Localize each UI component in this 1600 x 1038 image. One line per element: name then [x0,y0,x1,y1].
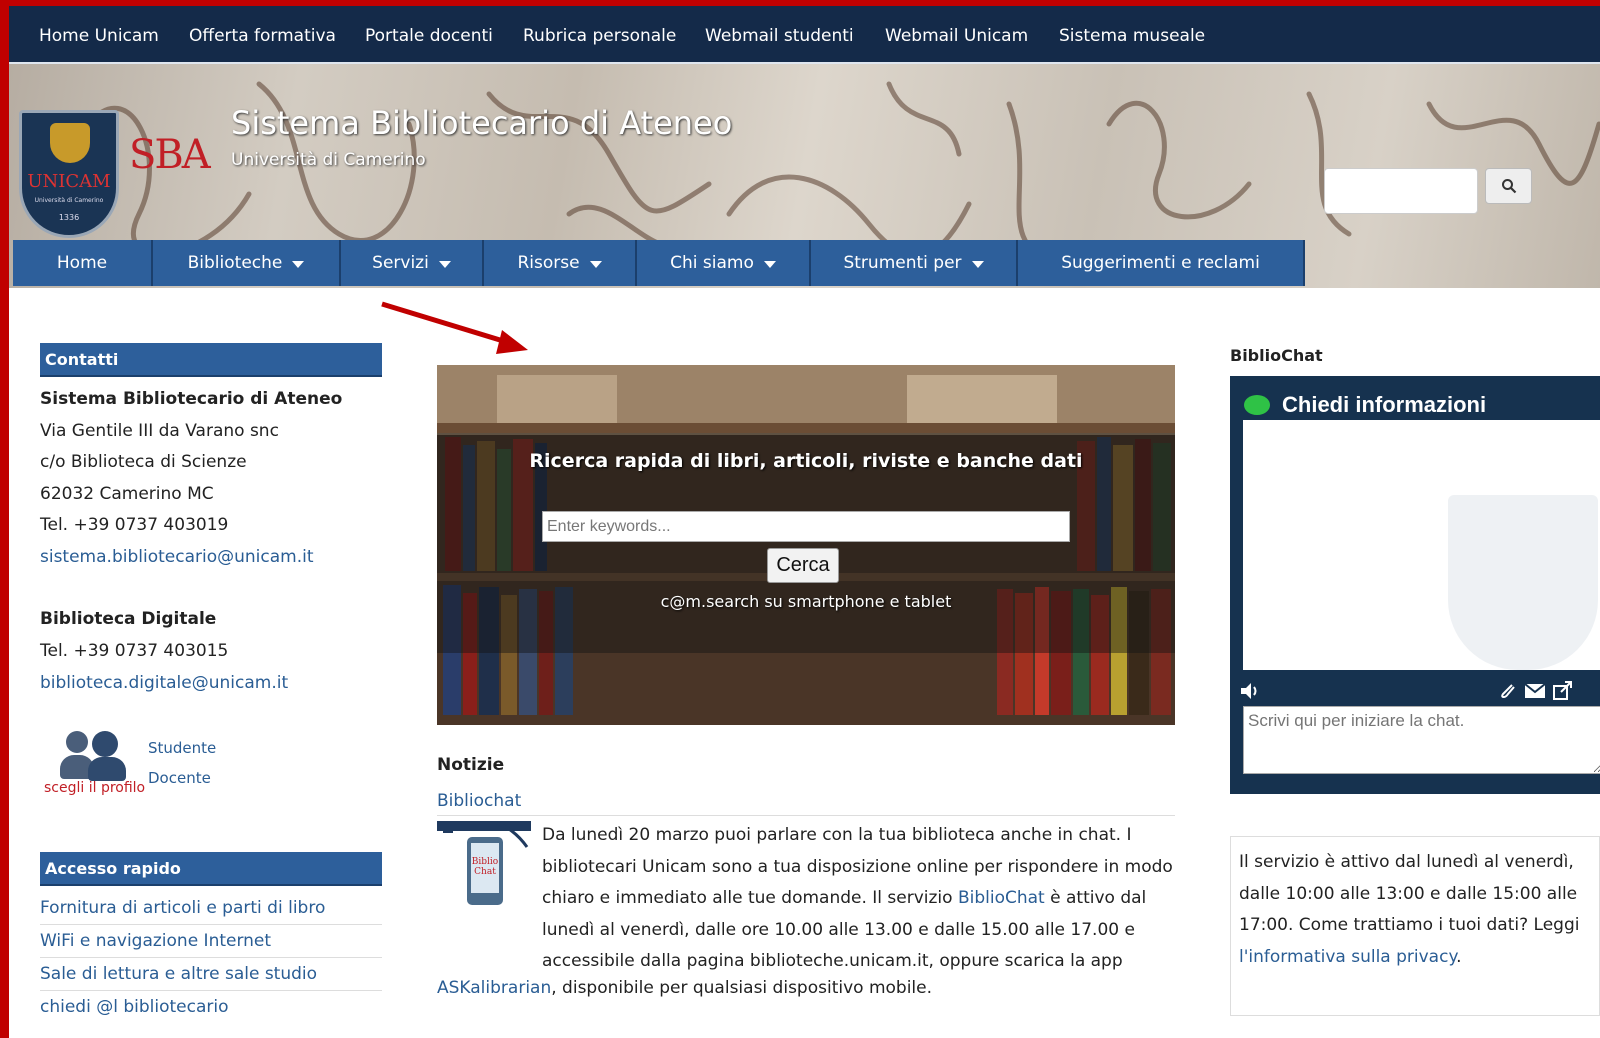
crest-subtext: Università di Camerino [34,197,104,204]
news-item-title-link[interactable]: Bibliochat [437,791,521,811]
quick-access-heading: Accesso rapido [40,852,382,886]
top-navigation-bar: Home Unicam Offerta formativa Portale do… [9,6,1600,64]
chat-message-area [1243,420,1600,670]
choose-profile-label: scegli il profilo [44,780,146,796]
bibliochat-poster-icon [437,817,531,947]
digital-library-title: Biblioteca Digitale [40,609,217,629]
contacts-email-link[interactable]: sistema.bibliotecario@unicam.it [40,547,314,567]
nav-item-risorse[interactable]: Risorse [484,240,637,286]
nav-item-home[interactable]: Home [13,240,153,286]
nav-label: Strumenti per [843,253,962,273]
external-window-icon[interactable] [1552,681,1574,701]
topbar-link-home-unicam[interactable]: Home Unicam [39,26,159,46]
news-item-tail: ASKalibrarian, disponibile per qualsiasi… [437,978,932,998]
crest-emblem-icon [50,123,90,163]
header-search-button[interactable] [1485,168,1532,204]
sba-logo[interactable]: SBA [129,132,211,178]
contacts-org: Sistema Bibliotecario di Ateneo [40,389,343,409]
askalibrarian-link[interactable]: ASKalibrarian [437,978,551,998]
site-subtitle: Università di Camerino [231,150,426,170]
chat-header-label: Chiedi informazioni [1282,392,1487,417]
header-search-input[interactable] [1324,168,1478,214]
nav-label: Home [56,253,108,273]
chevron-down-icon [292,261,305,268]
chevron-down-icon [589,261,602,268]
bibliochat-inline-link[interactable]: BiblioChat [958,888,1045,908]
search-icon [1501,179,1516,194]
chevron-down-icon [763,261,776,268]
topbar-link-sistema-museale[interactable]: Sistema museale [1059,26,1205,46]
chat-info-text: Il servizio è attivo dal lunedì al vener… [1239,852,1580,936]
attachment-icon[interactable] [1498,682,1518,700]
email-icon[interactable] [1524,683,1546,699]
unicam-watermark-icon [1448,495,1598,670]
news-divider [437,815,1175,816]
nav-label: Servizi [372,253,429,273]
topbar-link-offerta-formativa[interactable]: Offerta formativa [189,26,336,46]
nav-item-strumenti-per[interactable]: Strumenti per [811,240,1018,286]
poster-text: Biblio Chat [471,857,499,877]
topbar-link-portale-docenti[interactable]: Portale docenti [365,26,493,46]
crest-year: 1336 [58,213,80,222]
chevron-down-icon [438,261,451,268]
bibliochat-label: BiblioChat [1230,346,1323,365]
topbar-link-webmail-unicam[interactable]: Webmail Unicam [885,26,1028,46]
news-tail-text: , disponibile per qualsiasi dispositivo … [551,978,933,998]
topbar-link-webmail-studenti[interactable]: Webmail studenti [705,26,854,46]
cerca-button[interactable]: Cerca [767,548,839,583]
mobile-search-link[interactable]: c@m.search su smartphone e tablet [437,592,1175,611]
contacts-line: c/o Biblioteca di Scienze [40,452,247,472]
profile-teacher-link[interactable]: Docente [148,769,211,787]
search-title: Ricerca rapida di libri, articoli, rivis… [529,450,1083,472]
nav-label: Biblioteche [187,253,283,273]
nav-item-chi-siamo[interactable]: Chi siamo [637,240,811,286]
quick-link-articoli[interactable]: Fornitura di articoli e parti di libro [40,898,382,925]
chat-widget: Chiedi informazioni [1230,376,1600,794]
quick-link-wifi[interactable]: WiFi e navigazione Internet [40,931,382,958]
keywords-search-input[interactable] [542,511,1070,542]
news-item-text: Da lunedì 20 marzo puoi parlare con la t… [542,820,1182,978]
nav-label: Risorse [517,253,580,273]
nav-label: Suggerimenti e reclami [1061,253,1260,273]
quick-link-sale-lettura[interactable]: Sale di lettura e altre sale studio [40,964,382,991]
news-thumbnail-image[interactable]: Biblio Chat [437,817,531,947]
site-title[interactable]: Sistema Bibliotecario di Ateneo [231,104,732,142]
privacy-policy-link[interactable]: l'informativa sulla privacy [1239,947,1456,967]
nav-item-servizi[interactable]: Servizi [341,240,484,286]
quick-link-chiedi-bibliotecario[interactable]: chiedi @l bibliotecario [40,997,382,1023]
nav-item-suggerimenti[interactable]: Suggerimenti e reclami [1018,240,1305,286]
unicam-crest-logo[interactable]: UNICAM Università di Camerino 1336 [19,110,119,238]
quick-search-panel: Ricerca rapida di libri, articoli, rivis… [437,365,1175,725]
chat-message-input[interactable] [1243,706,1600,774]
chat-bubble-icon [1244,395,1270,415]
chat-header: Chiedi informazioni [1244,392,1486,418]
chat-service-info: Il servizio è attivo dal lunedì al vener… [1230,836,1600,1016]
contacts-phone: Tel. +39 0737 403019 [40,515,229,535]
news-heading: Notizie [437,755,505,775]
crest-text: UNICAM [27,171,111,192]
speaker-icon[interactable] [1240,682,1262,700]
contacts-heading: Contatti [40,343,382,377]
contacts-line: Via Gentile III da Varano snc [40,421,279,441]
digital-library-email-link[interactable]: biblioteca.digitale@unicam.it [40,673,288,693]
chat-toolbar [1240,680,1595,702]
chevron-down-icon [971,261,984,268]
topbar-link-rubrica-personale[interactable]: Rubrica personale [523,26,676,46]
red-arrow-annotation [381,301,528,354]
profile-chooser: scegli il profilo Studente Docente [40,727,240,801]
nav-item-biblioteche[interactable]: Biblioteche [153,240,341,286]
profile-student-link[interactable]: Studente [148,739,216,757]
contacts-line: 62032 Camerino MC [40,484,214,504]
digital-library-phone: Tel. +39 0737 403015 [40,641,229,661]
nav-label: Chi siamo [670,253,754,273]
chat-info-end: . [1456,946,1462,967]
